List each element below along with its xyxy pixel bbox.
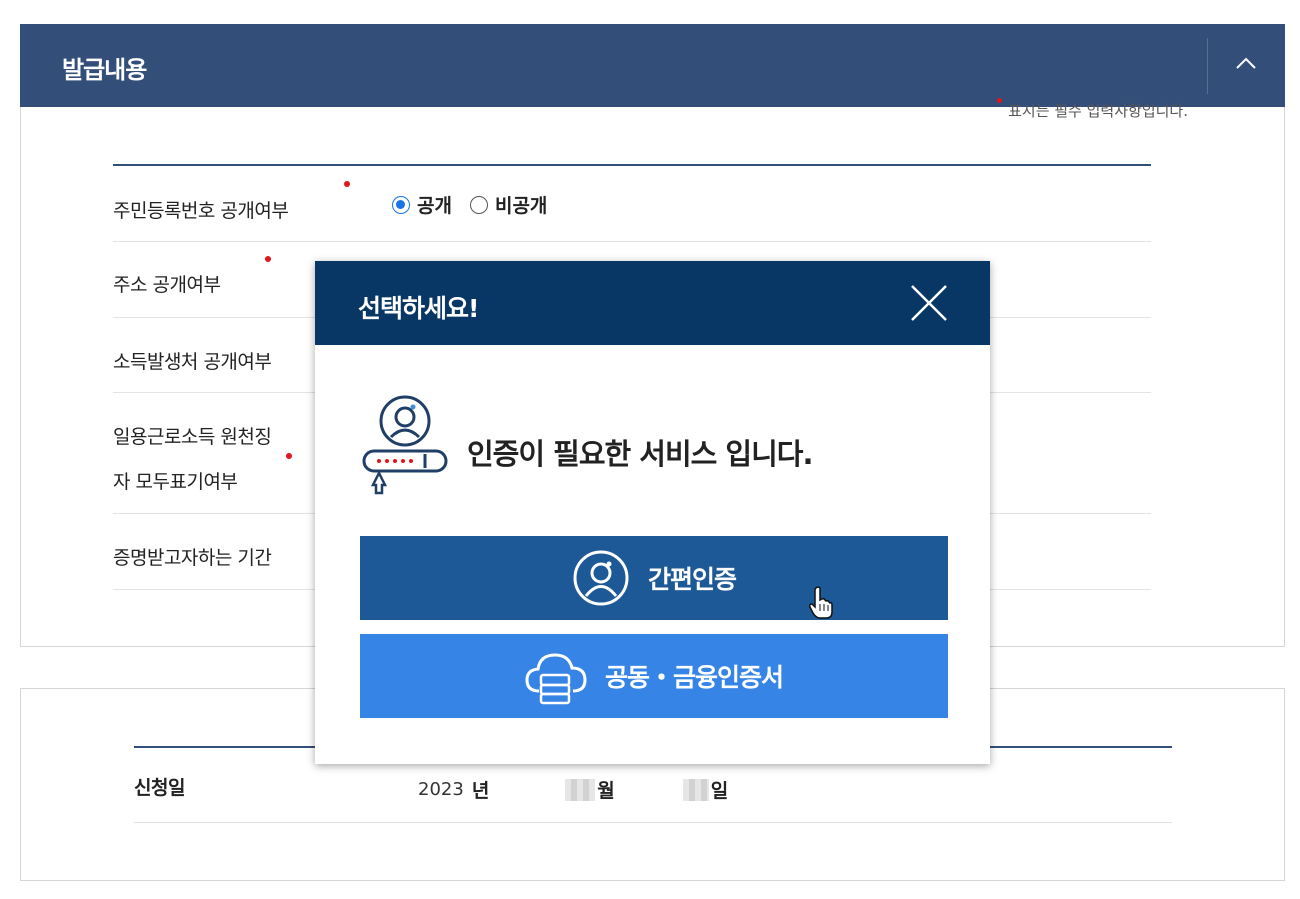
row-divider: [134, 822, 1172, 823]
date-day-unit: 일: [710, 780, 729, 802]
radio-public-dot[interactable]: [392, 195, 410, 214]
date-year-unit: 년: [471, 780, 490, 802]
radio-public-label: 공개: [417, 195, 452, 217]
modal-title: 선택하세요!: [358, 294, 479, 323]
required-note-text: 표시는 필수 입력사항입니다.: [1008, 102, 1188, 120]
radio-private-label: 비공개: [494, 195, 548, 217]
hand-pointer-cursor: [809, 586, 833, 619]
modal-header: 선택하세요!: [315, 261, 990, 345]
radio-public[interactable]: 공개: [392, 191, 452, 218]
certificate-button[interactable]: 공동・금융인증서: [360, 634, 948, 718]
close-icon: [911, 285, 947, 321]
date-month-redacted: [565, 778, 596, 801]
required-dot: [286, 453, 292, 459]
certificate-label: 공동・금융인증서: [604, 663, 784, 692]
required-dot: [265, 256, 271, 262]
row-label-daily-wage-line2: 자 모두표기여부: [113, 471, 238, 493]
authentication-icon: [362, 395, 448, 495]
radio-private[interactable]: 비공개: [469, 191, 548, 218]
application-date: 2023 년 월 일: [418, 776, 728, 803]
required-dot: [344, 181, 350, 187]
date-month-unit: 월: [597, 780, 615, 802]
auth-modal: 선택하세요! 인증이 필요한 서비스 입니다. 간편인증 공동・금융인증서: [315, 261, 990, 764]
user-circle-icon: [573, 550, 629, 606]
required-note: 표시는 필수 입력사항입니다.: [997, 98, 1188, 121]
row-label-address: 주소 공개여부: [113, 274, 221, 296]
date-year: 2023: [418, 779, 464, 800]
simple-auth-label: 간편인증: [647, 565, 737, 594]
collapse-button[interactable]: [1208, 24, 1285, 107]
application-date-label: 신청일: [134, 777, 185, 799]
date-day-redacted: [682, 778, 709, 801]
close-button[interactable]: [909, 283, 949, 323]
rrn-radio-group: 공개 비공개: [392, 191, 565, 218]
row-label-rrn: 주민등록번호 공개여부: [113, 200, 289, 222]
required-dot: [997, 98, 1003, 103]
row-label-income-source: 소득발생처 공개여부: [113, 351, 272, 373]
section-rule: [113, 164, 1151, 166]
cloud-server-icon: [525, 653, 587, 705]
section-header: 발급내용: [20, 24, 1285, 107]
simple-auth-button[interactable]: 간편인증: [360, 536, 948, 620]
row-label-daily-wage-line1: 일용근로소득 원천징: [113, 426, 272, 448]
chevron-up-icon: [1236, 57, 1256, 69]
radio-private-dot[interactable]: [469, 195, 488, 214]
auth-message: 인증이 필요한 서비스 입니다.: [467, 437, 813, 471]
row-divider: [113, 241, 1151, 242]
row-label-period: 증명받고자하는 기간: [113, 547, 272, 569]
section-title: 발급내용: [62, 56, 147, 84]
